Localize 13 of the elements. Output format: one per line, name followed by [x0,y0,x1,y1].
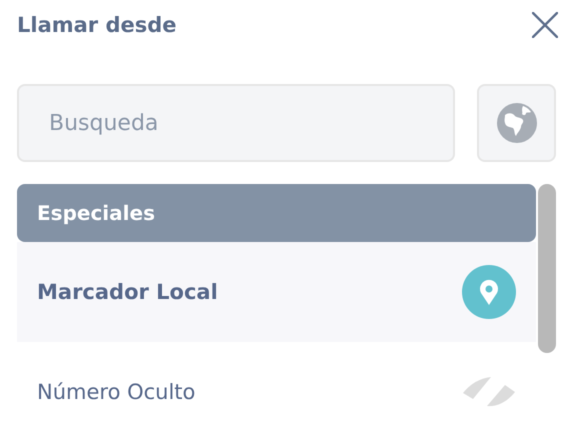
item-label: Marcador Local [37,280,218,304]
dialog-title: Llamar desde [17,13,177,37]
close-icon[interactable] [532,12,558,38]
list-item[interactable]: Marcador Local [17,242,536,342]
section-header: Especiales [17,184,536,242]
hidden-icon [463,377,515,407]
globe-icon [496,103,536,143]
search-field[interactable]: Busqueda [17,84,455,162]
globe-button[interactable] [477,84,556,162]
location-pin-icon [462,265,516,319]
item-label: Número Oculto [37,380,196,404]
scrollbar[interactable] [538,184,556,353]
list-item[interactable]: Número Oculto [17,342,536,442]
